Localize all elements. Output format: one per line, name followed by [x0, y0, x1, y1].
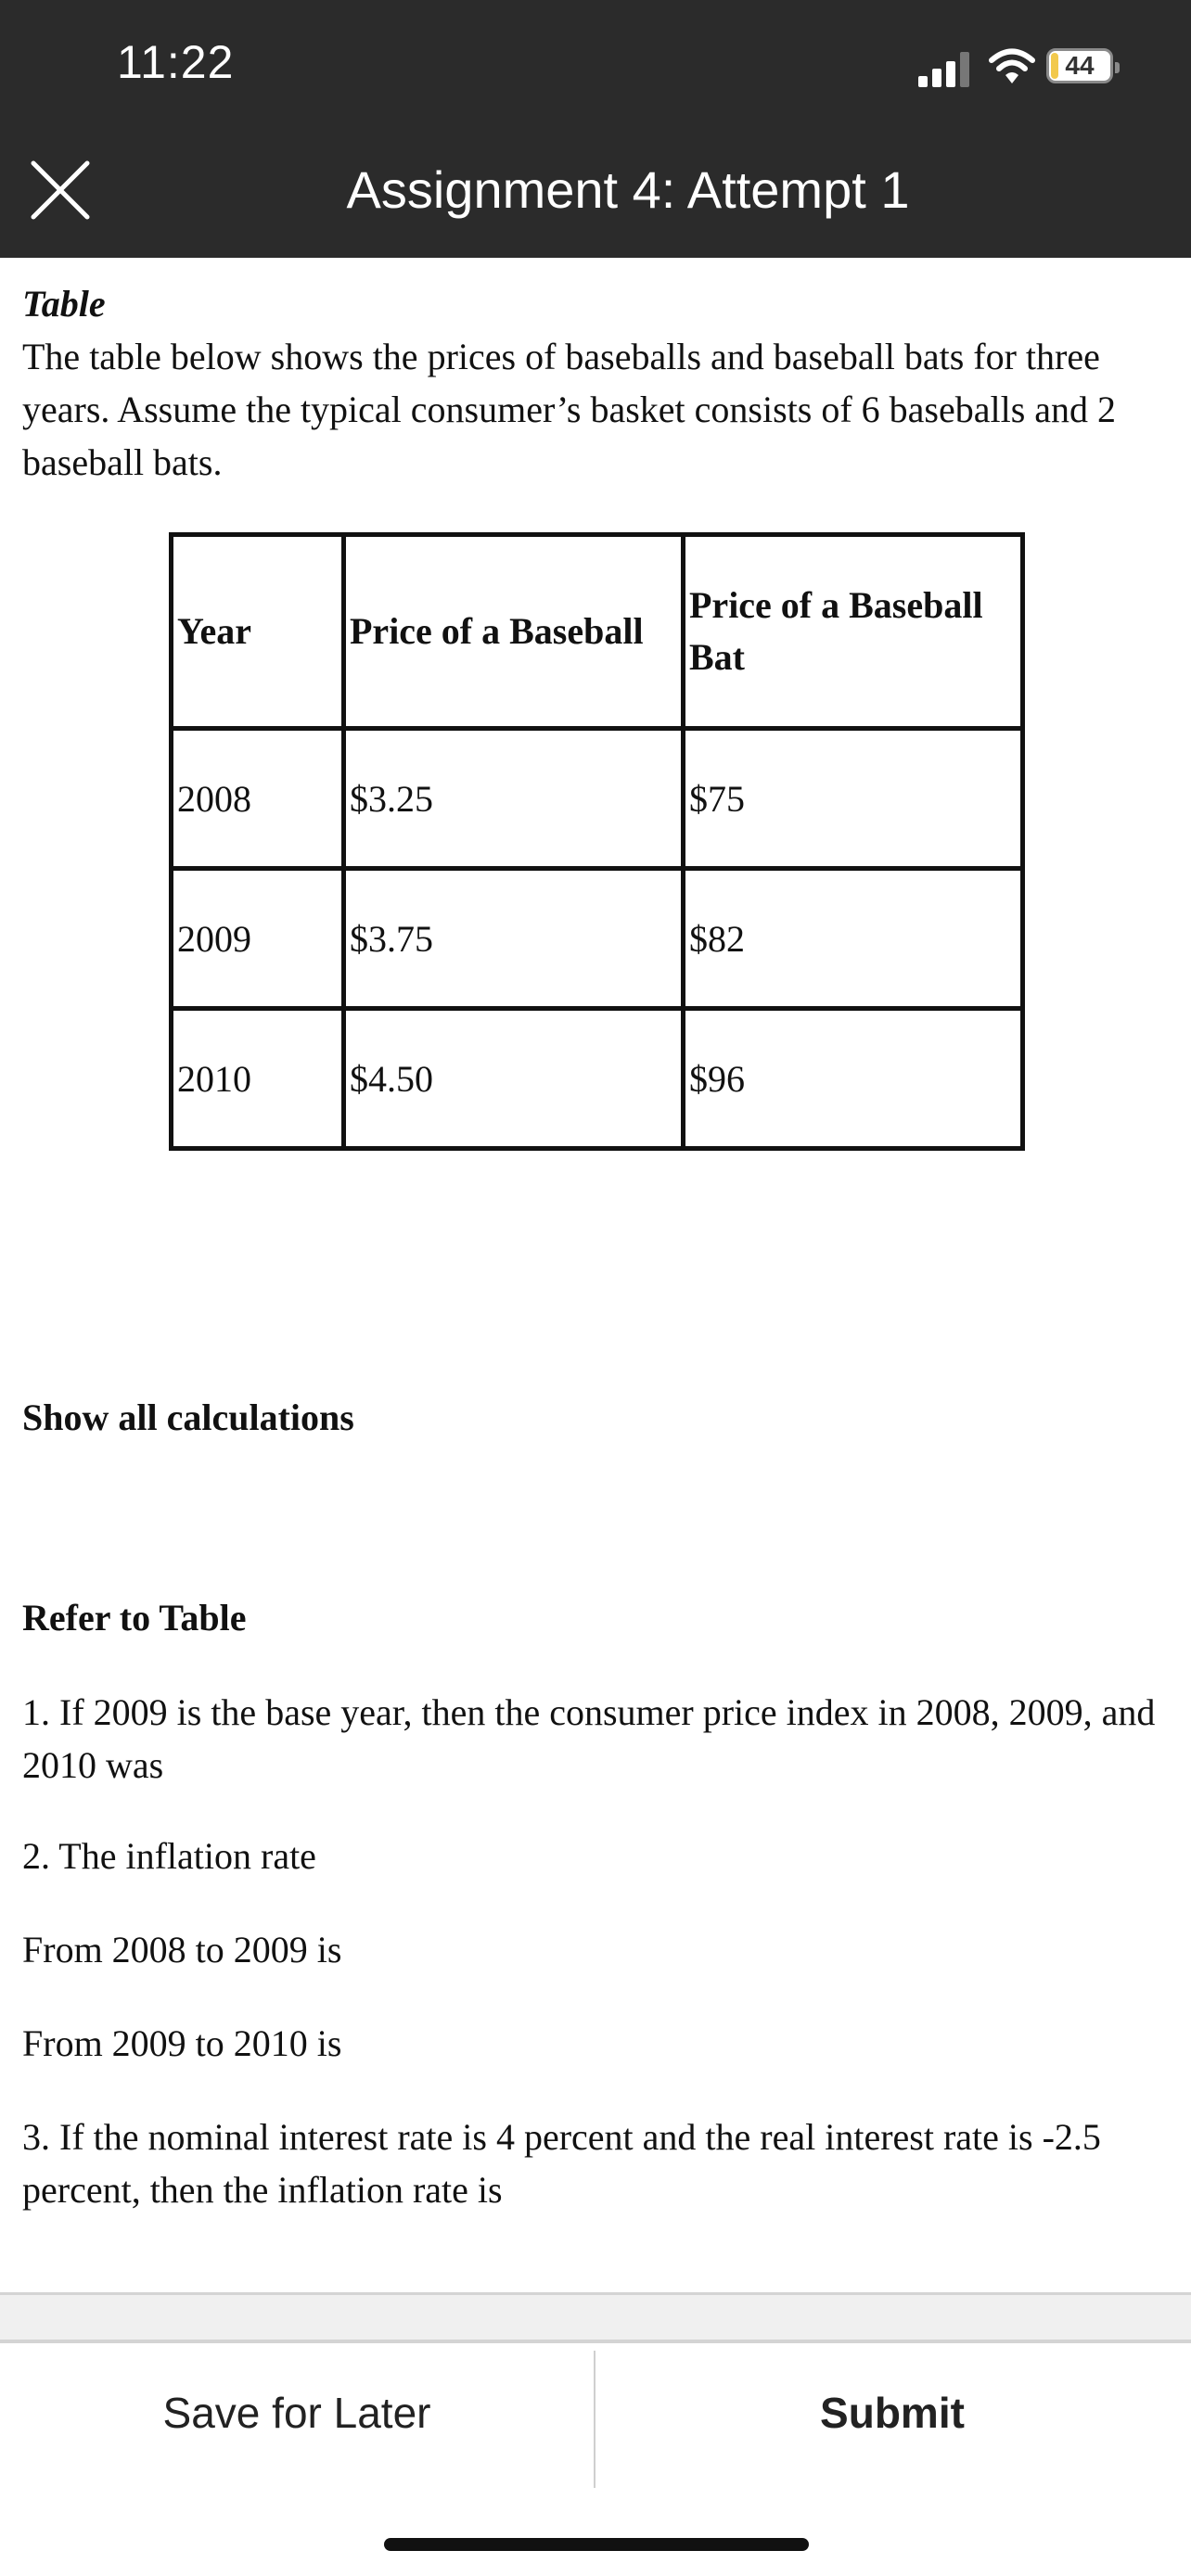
cell-baseball-price: $3.25 [341, 726, 685, 871]
table-row: 2008 $3.25 $75 [169, 726, 1025, 871]
table-row: 2010 $4.50 $96 [169, 1006, 1025, 1151]
question-2b: From 2009 to 2010 is [22, 2022, 342, 2064]
battery-level: 44 [1065, 51, 1095, 80]
cell-year: 2010 [169, 1006, 346, 1151]
top-header: 11:22 44 Assignment 4: Attempt 1 [0, 0, 1191, 258]
table-row: 2009 $3.75 $82 [169, 866, 1025, 1011]
cell-year: 2008 [169, 726, 346, 871]
save-for-later-button[interactable]: Save for Later [0, 2343, 594, 2482]
question-2a: From 2008 to 2009 is [22, 1929, 342, 1970]
status-time: 11:22 [117, 36, 235, 88]
action-bar: Save for Later Submit [0, 2343, 1191, 2488]
home-indicator[interactable] [384, 2538, 809, 2551]
battery-icon: 44 [1046, 48, 1120, 83]
table-header-row: Year Price of a Baseball Price of a Base… [169, 532, 1025, 731]
question-2: 2. The inflation rate [22, 1835, 316, 1877]
cell-year: 2009 [169, 866, 346, 1011]
signal-icon [918, 52, 970, 87]
assignment-content: Table The table below shows the prices o… [22, 278, 1169, 489]
cell-bat-price: $75 [681, 726, 1025, 871]
header-bat-price: Price of a Baseball Bat [681, 532, 1025, 731]
cell-baseball-price: $4.50 [341, 1006, 685, 1151]
intro-text: The table below shows the prices of base… [22, 336, 1117, 483]
question-3: 3. If the nominal interest rate is 4 per… [22, 2116, 1101, 2211]
header-baseball-price: Price of a Baseball [341, 532, 685, 731]
table-caption: Table [22, 283, 106, 325]
wifi-icon [989, 48, 1035, 83]
question-1: 1. If 2009 is the base year, then the co… [22, 1691, 1156, 1786]
cell-baseball-price: $3.75 [341, 866, 685, 1011]
page-title: Assignment 4: Attempt 1 [346, 160, 910, 219]
cell-bat-price: $96 [681, 1006, 1025, 1151]
submit-button[interactable]: Submit [596, 2343, 1189, 2482]
price-table: Year Price of a Baseball Price of a Base… [169, 532, 1025, 1151]
cell-bat-price: $82 [681, 866, 1025, 1011]
scroll-separator [0, 2295, 1191, 2340]
header-year: Year [169, 532, 346, 731]
refer-heading: Refer to Table [22, 1597, 247, 1639]
show-calculations-heading: Show all calculations [22, 1396, 354, 1438]
